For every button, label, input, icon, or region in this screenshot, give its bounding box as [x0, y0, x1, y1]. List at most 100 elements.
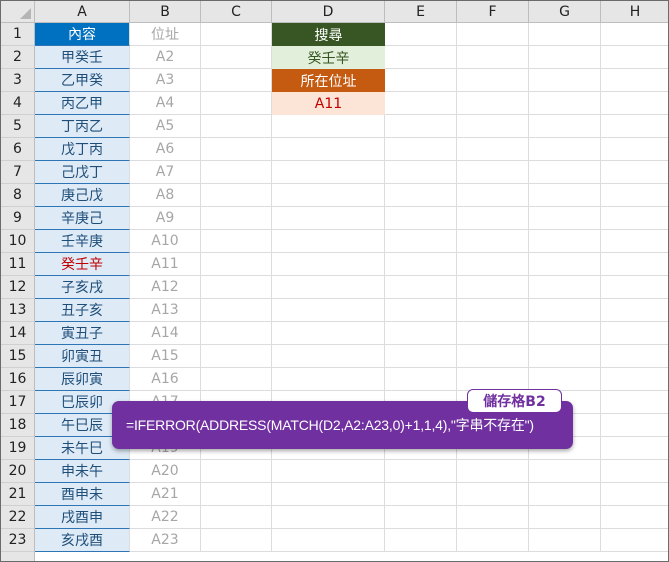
- cell-c3[interactable]: [201, 69, 272, 92]
- cell-f2[interactable]: [457, 46, 529, 69]
- cell-g11[interactable]: [529, 253, 601, 276]
- cell-c22[interactable]: [201, 506, 272, 529]
- cell-g6[interactable]: [529, 138, 601, 161]
- cell-b16[interactable]: A16: [130, 368, 201, 391]
- column-header-h[interactable]: H: [601, 1, 668, 23]
- cell-h22[interactable]: [601, 506, 668, 529]
- cell-b11[interactable]: A11: [130, 253, 201, 276]
- cell-h8[interactable]: [601, 184, 668, 207]
- cell-g3[interactable]: [529, 69, 601, 92]
- cell-a23[interactable]: 亥戌酉: [35, 529, 130, 552]
- cell-g5[interactable]: [529, 115, 601, 138]
- cell-b2[interactable]: A2: [130, 46, 201, 69]
- cell-a7[interactable]: 己戊丁: [35, 161, 130, 184]
- cell-h12[interactable]: [601, 276, 668, 299]
- cell-c6[interactable]: [201, 138, 272, 161]
- cell-d20[interactable]: [272, 460, 385, 483]
- cell-h3[interactable]: [601, 69, 668, 92]
- cell-b10[interactable]: A10: [130, 230, 201, 253]
- cell-e4[interactable]: [385, 92, 457, 115]
- cell-f9[interactable]: [457, 207, 529, 230]
- cell-b14[interactable]: A14: [130, 322, 201, 345]
- column-header-d[interactable]: D: [272, 1, 385, 23]
- row-header-10[interactable]: 10: [1, 230, 35, 253]
- column-header-c[interactable]: C: [201, 1, 272, 23]
- cell-f12[interactable]: [457, 276, 529, 299]
- cell-g4[interactable]: [529, 92, 601, 115]
- cell-f8[interactable]: [457, 184, 529, 207]
- cell-c21[interactable]: [201, 483, 272, 506]
- cell-f21[interactable]: [457, 483, 529, 506]
- cell-h9[interactable]: [601, 207, 668, 230]
- cell-b3[interactable]: A3: [130, 69, 201, 92]
- cell-f4[interactable]: [457, 92, 529, 115]
- cell-g8[interactable]: [529, 184, 601, 207]
- cell-g14[interactable]: [529, 322, 601, 345]
- cell-e21[interactable]: [385, 483, 457, 506]
- cell-a22[interactable]: 戌酉申: [35, 506, 130, 529]
- cell-a13[interactable]: 丑子亥: [35, 299, 130, 322]
- row-header-14[interactable]: 14: [1, 322, 35, 345]
- cell-h4[interactable]: [601, 92, 668, 115]
- cell-c12[interactable]: [201, 276, 272, 299]
- cell-g1[interactable]: [529, 23, 601, 46]
- cell-e23[interactable]: [385, 529, 457, 552]
- cell-h14[interactable]: [601, 322, 668, 345]
- cell-b15[interactable]: A15: [130, 345, 201, 368]
- cell-f11[interactable]: [457, 253, 529, 276]
- row-header-23[interactable]: 23: [1, 529, 35, 552]
- cell-e10[interactable]: [385, 230, 457, 253]
- column-header-f[interactable]: F: [457, 1, 529, 23]
- cell-h7[interactable]: [601, 161, 668, 184]
- cell-g10[interactable]: [529, 230, 601, 253]
- cell-f15[interactable]: [457, 345, 529, 368]
- cell-c2[interactable]: [201, 46, 272, 69]
- cell-c5[interactable]: [201, 115, 272, 138]
- cell-d6[interactable]: [272, 138, 385, 161]
- cell-g15[interactable]: [529, 345, 601, 368]
- cell-f20[interactable]: [457, 460, 529, 483]
- cell-d5[interactable]: [272, 115, 385, 138]
- cell-e14[interactable]: [385, 322, 457, 345]
- cell-a3[interactable]: 乙甲癸: [35, 69, 130, 92]
- row-header-11[interactable]: 11: [1, 253, 35, 276]
- row-header-20[interactable]: 20: [1, 460, 35, 483]
- cell-b1[interactable]: 位址: [130, 23, 201, 46]
- row-header-6[interactable]: 6: [1, 138, 35, 161]
- row-header-3[interactable]: 3: [1, 69, 35, 92]
- cell-g9[interactable]: [529, 207, 601, 230]
- cell-h20[interactable]: [601, 460, 668, 483]
- cell-a20[interactable]: 申未午: [35, 460, 130, 483]
- cell-a14[interactable]: 寅丑子: [35, 322, 130, 345]
- cell-c11[interactable]: [201, 253, 272, 276]
- cell-d21[interactable]: [272, 483, 385, 506]
- cell-d10[interactable]: [272, 230, 385, 253]
- cell-b8[interactable]: A8: [130, 184, 201, 207]
- cell-g23[interactable]: [529, 529, 601, 552]
- row-header-17[interactable]: 17: [1, 391, 35, 414]
- cell-c15[interactable]: [201, 345, 272, 368]
- cell-a10[interactable]: 壬辛庚: [35, 230, 130, 253]
- cell-h1[interactable]: [601, 23, 668, 46]
- cell-c4[interactable]: [201, 92, 272, 115]
- cell-f14[interactable]: [457, 322, 529, 345]
- cell-d4[interactable]: A11: [272, 92, 385, 115]
- row-header-22[interactable]: 22: [1, 506, 35, 529]
- cell-h5[interactable]: [601, 115, 668, 138]
- cell-d13[interactable]: [272, 299, 385, 322]
- cell-d16[interactable]: [272, 368, 385, 391]
- cell-h17[interactable]: [601, 391, 668, 414]
- cell-e1[interactable]: [385, 23, 457, 46]
- row-header-15[interactable]: 15: [1, 345, 35, 368]
- cell-b7[interactable]: A7: [130, 161, 201, 184]
- cell-c16[interactable]: [201, 368, 272, 391]
- cell-d8[interactable]: [272, 184, 385, 207]
- cell-e20[interactable]: [385, 460, 457, 483]
- row-header-1[interactable]: 1: [1, 23, 35, 46]
- cell-c1[interactable]: [201, 23, 272, 46]
- cell-h2[interactable]: [601, 46, 668, 69]
- cell-e11[interactable]: [385, 253, 457, 276]
- cell-h11[interactable]: [601, 253, 668, 276]
- cell-a9[interactable]: 辛庚己: [35, 207, 130, 230]
- cell-h23[interactable]: [601, 529, 668, 552]
